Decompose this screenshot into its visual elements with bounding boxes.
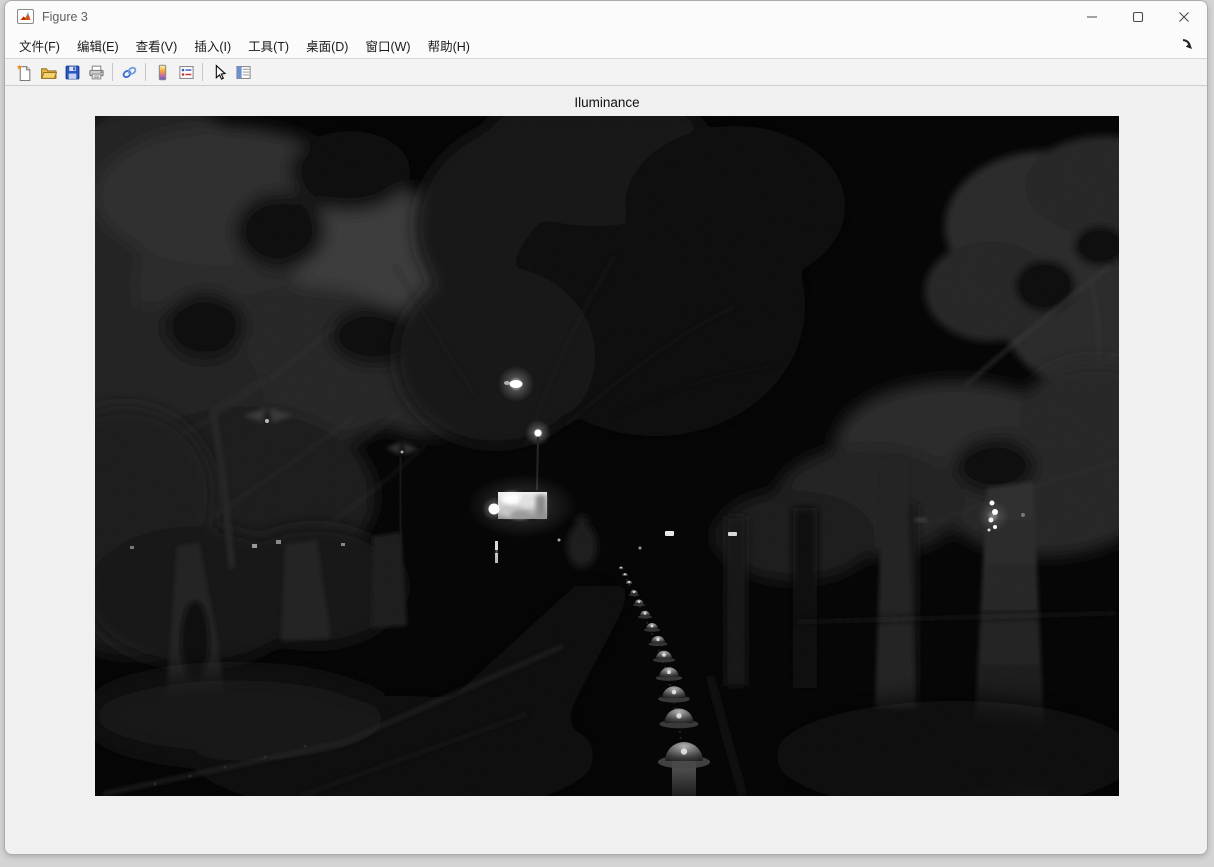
- edit-plot-icon: [215, 63, 226, 80]
- menu-bar: 文件(F) 编辑(E) 查看(V) 插入(I) 工具(T) 桌面(D) 窗口(W…: [5, 32, 1207, 59]
- menu-insert[interactable]: 插入(I): [194, 36, 231, 55]
- figure-toolbar: [5, 59, 1207, 86]
- illuminance-image: [95, 116, 1119, 796]
- open-property-inspector-icon: [235, 65, 251, 79]
- open-file-button[interactable]: [37, 61, 59, 83]
- minimize-button[interactable]: [1069, 1, 1115, 32]
- menu-help[interactable]: 帮助(H): [428, 36, 470, 55]
- window-title: Figure 3: [42, 9, 88, 24]
- insert-colorbar-button[interactable]: [151, 61, 173, 83]
- close-icon: [1179, 11, 1189, 22]
- print-figure-button[interactable]: [85, 61, 107, 83]
- minimize-icon: [1087, 15, 1097, 18]
- menu-edit[interactable]: 编辑(E): [77, 36, 119, 55]
- toolbar-separator: [112, 63, 113, 81]
- dock-figure-arrow-icon[interactable]: [1179, 36, 1195, 52]
- new-figure-button[interactable]: [13, 61, 35, 83]
- insert-colorbar-icon: [158, 64, 166, 80]
- film-grain-overlay: [95, 116, 1119, 796]
- figure-canvas: Iluminance: [5, 86, 1207, 854]
- open-file-icon: [40, 67, 57, 79]
- new-figure-icon: [16, 64, 30, 81]
- title-bar[interactable]: Figure 3: [5, 1, 1207, 32]
- night-scene: [95, 116, 1119, 796]
- link-plot-button[interactable]: [118, 61, 140, 83]
- matlab-icon: [17, 9, 34, 24]
- menu-file[interactable]: 文件(F): [19, 36, 60, 55]
- toolbar-separator: [145, 63, 146, 81]
- menu-desktop[interactable]: 桌面(D): [306, 36, 348, 55]
- menu-tools[interactable]: 工具(T): [248, 36, 289, 55]
- maximize-icon: [1132, 11, 1144, 22]
- figure-window: Figure 3 文件(F) 编辑(E) 查看(V) 插入(I) 工具(T) 桌…: [4, 0, 1208, 855]
- toolbar-separator: [202, 63, 203, 81]
- save-figure-button[interactable]: [61, 61, 83, 83]
- open-property-inspector-button[interactable]: [232, 61, 254, 83]
- insert-legend-icon: [178, 65, 194, 79]
- link-plot-icon: [122, 66, 136, 78]
- plot-title: Iluminance: [574, 95, 640, 110]
- edit-plot-button[interactable]: [208, 61, 230, 83]
- menu-view[interactable]: 查看(V): [136, 36, 178, 55]
- save-figure-icon: [65, 65, 79, 79]
- print-figure-icon: [88, 65, 104, 79]
- insert-legend-button[interactable]: [175, 61, 197, 83]
- menu-window[interactable]: 窗口(W): [365, 36, 410, 55]
- close-button[interactable]: [1161, 1, 1207, 32]
- maximize-button[interactable]: [1115, 1, 1161, 32]
